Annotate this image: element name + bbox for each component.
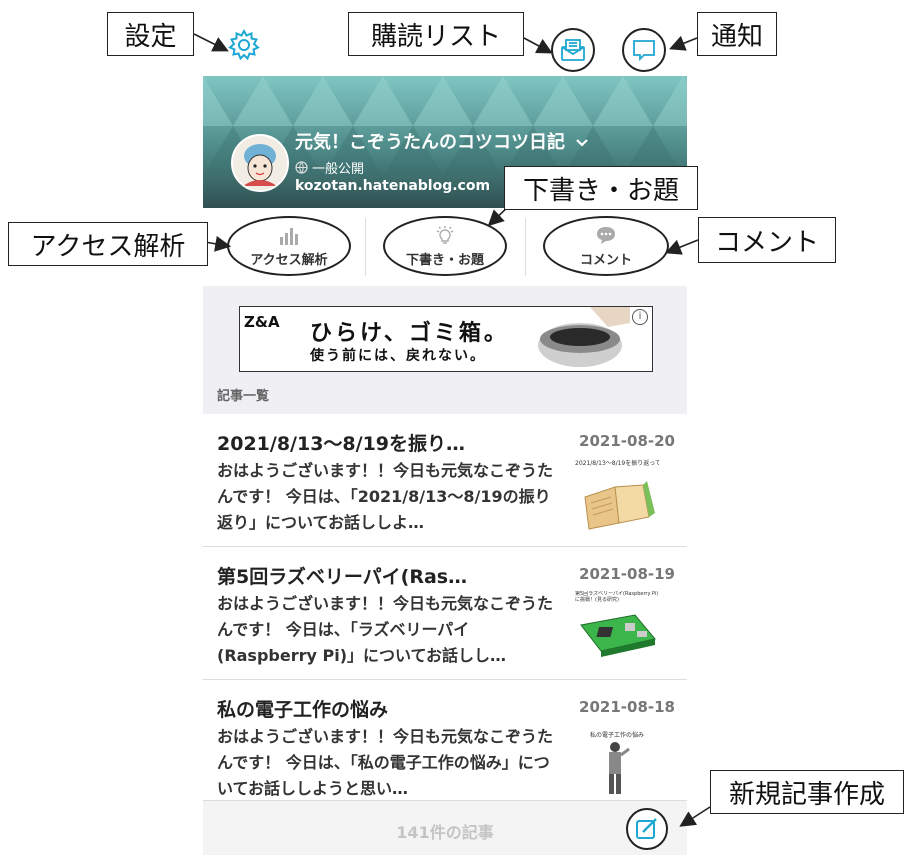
ad-subline: 使う前には、戻れない。 xyxy=(310,348,486,364)
app-screen: 元気！こぞうたんのコツコツ日記 一般公開 kozotan.hatenablog.… xyxy=(203,0,687,855)
callout-settings: 設定 xyxy=(107,12,194,56)
ad-info-icon[interactable]: i xyxy=(632,309,648,325)
article-title: 2021/8/13〜8/19を振り… xyxy=(217,433,466,455)
callout-access: アクセス解析 xyxy=(8,222,208,266)
article-row[interactable]: 私の電子工作の悩み 2021-08-18 おはようございます！！今日も元気なこぞ… xyxy=(203,680,687,812)
drafts-topics-label: 下書き・お題 xyxy=(405,252,484,268)
article-snippet: おはようございます！！今日も元気なこぞうたんです！ 今日は、「2021/8/13… xyxy=(217,461,554,532)
settings-button[interactable] xyxy=(223,24,265,66)
advertisement-banner[interactable]: Z&A ひらけ、ゴミ箱。 使う前には、戻れない。 i xyxy=(239,306,653,372)
visibility-status: 一般公開 xyxy=(295,158,364,177)
callout-new-post: 新規記事作成 xyxy=(710,770,904,814)
article-title: 第5回ラズベリーパイ(Ras… xyxy=(217,566,468,588)
access-analytics-button[interactable]: アクセス解析 xyxy=(227,216,351,276)
avatar xyxy=(231,134,289,192)
ad-trash-bin-image xyxy=(538,307,630,367)
blog-title[interactable]: 元気！こぞうたんのコツコツ日記 xyxy=(295,128,589,154)
notifications-button[interactable] xyxy=(622,28,666,72)
divider xyxy=(365,218,366,276)
article-snippet: おはようございます！！今日も元気なこぞうたんです！ 今日は、「私の電子工作の悩み… xyxy=(217,727,554,798)
article-snippet: おはようございます！！今日も元気なこぞうたんです！ 今日は、「ラズベリーパイ(R… xyxy=(217,594,554,665)
compose-icon xyxy=(626,808,668,850)
blog-title-text: 元気！こぞうたんのコツコツ日記 xyxy=(295,132,565,153)
thumbnail-caption: 2021/8/13〜8/19を振り返ってみて xyxy=(575,460,659,467)
ad-logo: Z&A xyxy=(244,313,280,331)
visibility-label: 一般公開 xyxy=(312,162,365,177)
content-background: Z&A ひらけ、ゴミ箱。 使う前には、戻れない。 i 記事一覧 xyxy=(203,286,687,414)
callout-reading-list: 購読リスト xyxy=(348,12,524,56)
blog-url: kozotan.hatenablog.com xyxy=(295,178,491,194)
divider xyxy=(525,218,526,276)
chevron-down-icon xyxy=(575,132,589,153)
action-bar: アクセス解析 下書き・お題 コメント xyxy=(203,208,687,286)
thumbnail-caption: 私の電子工作の悩み xyxy=(589,732,644,739)
thumbnail-caption: 第5回ラズベリーパイ(Raspberry Pi)に挑戦！(見る研究) xyxy=(575,591,659,603)
chat-icon xyxy=(597,226,615,244)
article-title: 私の電子工作の悩み xyxy=(217,699,389,721)
drafts-topics-button[interactable]: 下書き・お題 xyxy=(383,216,507,276)
speech-bubble-icon xyxy=(633,40,655,62)
gear-icon xyxy=(228,28,260,61)
new-post-button[interactable] xyxy=(625,807,669,851)
comments-label: コメント xyxy=(579,252,632,268)
article-row[interactable]: 第5回ラズベリーパイ(Ras… 2021-08-19 おはようございます！！今日… xyxy=(203,547,687,680)
callout-drafts: 下書き・お題 xyxy=(504,166,698,210)
article-date: 2021-08-20 xyxy=(579,432,675,450)
reading-list-button[interactable] xyxy=(551,28,595,72)
bar-chart-icon xyxy=(280,227,298,245)
lightbulb-icon xyxy=(436,225,454,244)
ad-headline: ひらけ、ゴミ箱。 xyxy=(310,321,509,346)
callout-notifications: 通知 xyxy=(697,12,777,56)
article-thumbnail: 第5回ラズベリーパイ(Raspberry Pi)に挑戦！(見る研究) xyxy=(575,591,659,671)
section-label: 記事一覧 xyxy=(217,389,270,404)
article-thumbnail: 私の電子工作の悩み xyxy=(575,724,659,804)
callout-comments: コメント xyxy=(698,217,836,263)
article-date: 2021-08-18 xyxy=(579,698,675,716)
article-count: 141件の記事 xyxy=(396,823,494,842)
bottom-bar: 141件の記事 xyxy=(203,800,687,855)
access-analytics-label: アクセス解析 xyxy=(250,252,328,268)
article-thumbnail: 2021/8/13〜8/19を振り返ってみて xyxy=(575,458,659,538)
comments-button[interactable]: コメント xyxy=(543,216,669,276)
article-date: 2021-08-19 xyxy=(579,565,675,583)
envelope-icon xyxy=(561,39,585,61)
article-row[interactable]: 2021/8/13〜8/19を振り… 2021-08-20 おはようございます！… xyxy=(203,414,687,547)
globe-icon xyxy=(295,161,308,174)
